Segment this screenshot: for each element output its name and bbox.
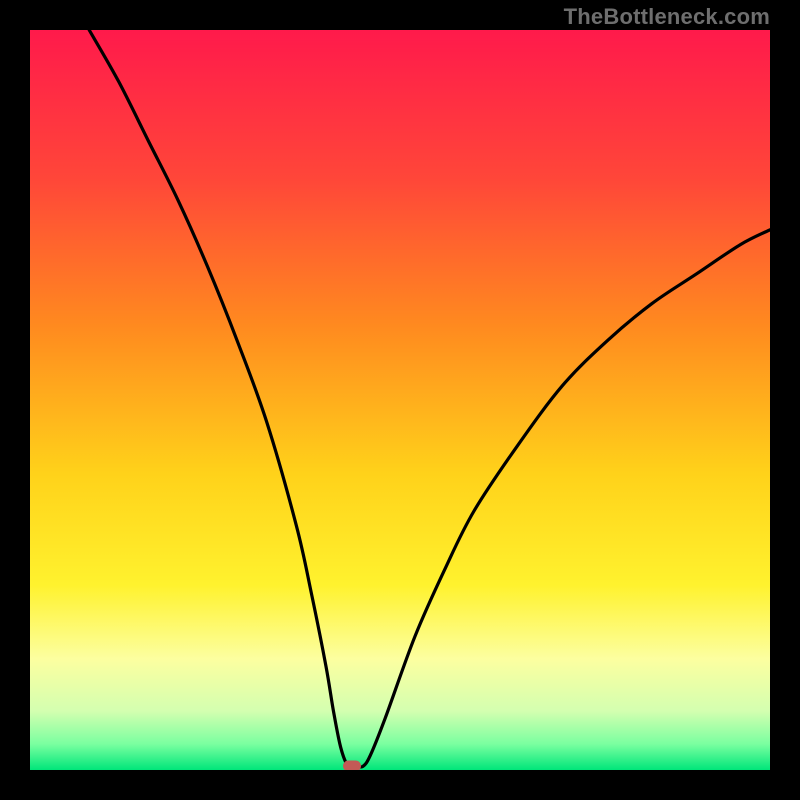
watermark-text: TheBottleneck.com (564, 4, 770, 30)
minimum-marker (343, 760, 361, 770)
chart-frame: TheBottleneck.com (0, 0, 800, 800)
bottleneck-curve (30, 30, 770, 770)
plot-area (30, 30, 770, 770)
